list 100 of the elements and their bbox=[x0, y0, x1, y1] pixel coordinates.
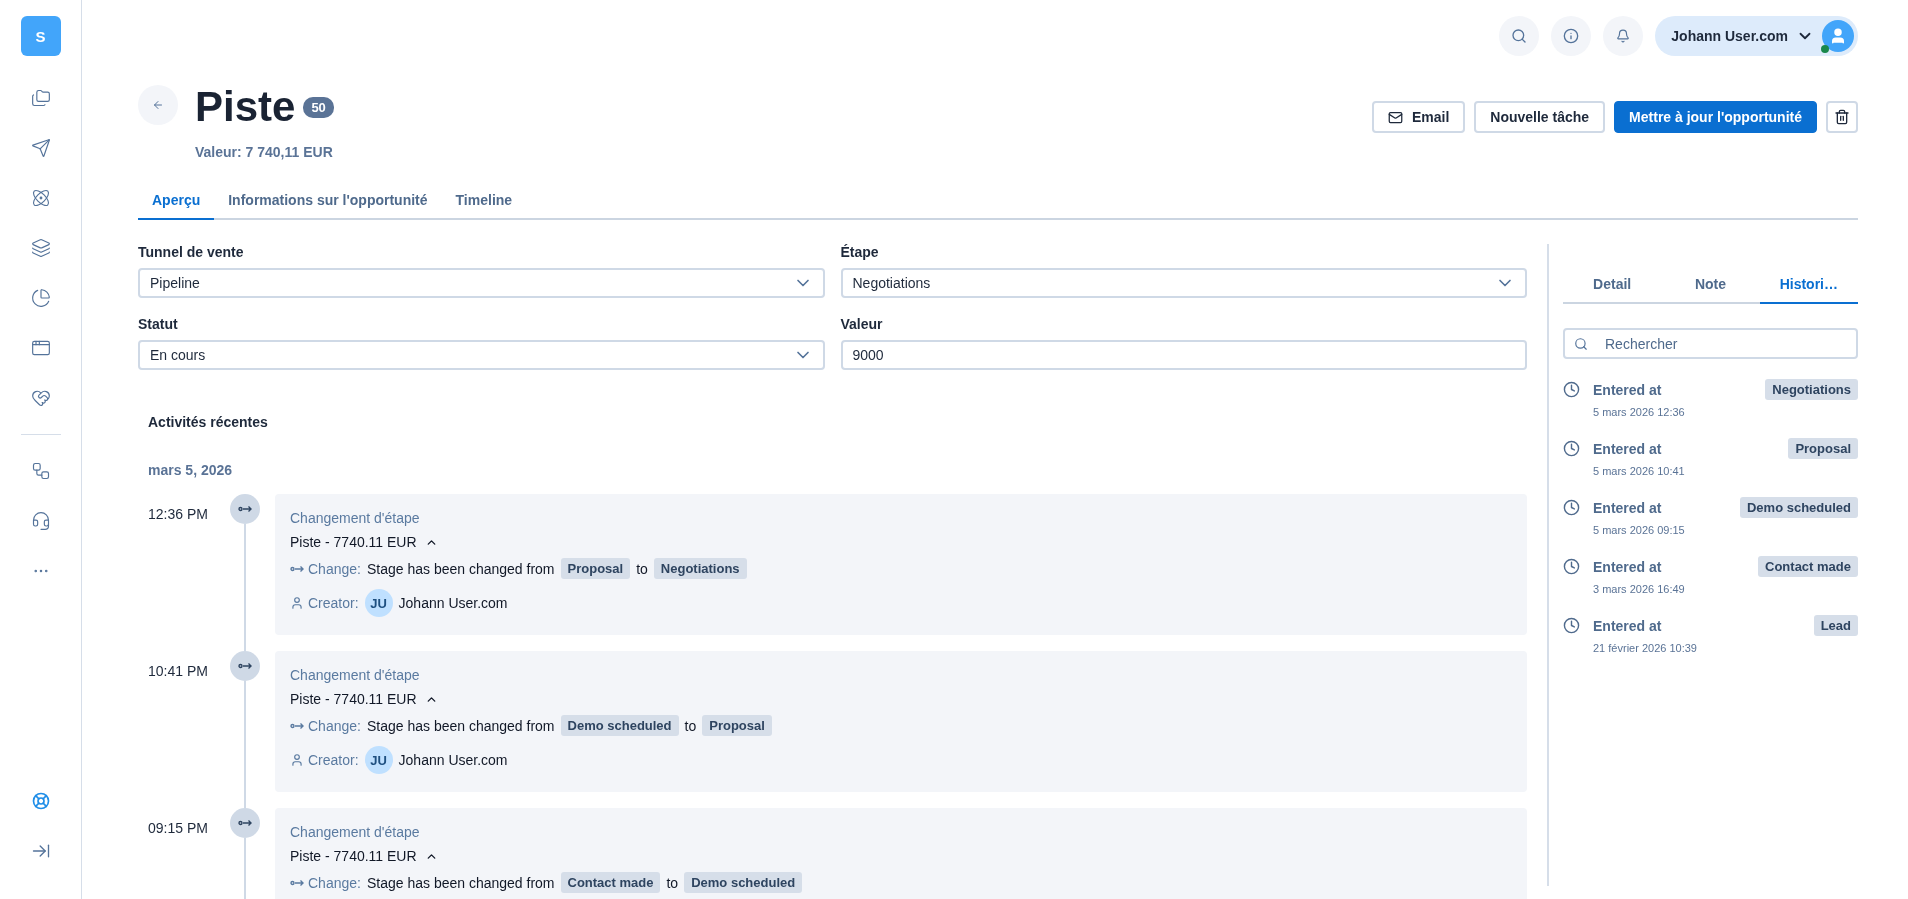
person-icon bbox=[290, 753, 304, 767]
clock-icon bbox=[1563, 558, 1580, 575]
connector-text: to bbox=[684, 717, 697, 734]
clock-icon bbox=[1563, 381, 1580, 398]
field-label: Tunnel de vente bbox=[138, 244, 245, 260]
clock-icon bbox=[1563, 499, 1580, 516]
search-button[interactable] bbox=[1499, 16, 1540, 56]
stage-tag: Proposal bbox=[702, 715, 772, 736]
creator-label: Creator: bbox=[308, 595, 359, 611]
change-text: Stage has been changed from bbox=[366, 874, 555, 891]
activity-time: 10:41 PM bbox=[147, 662, 209, 681]
stage-tag: Contact made bbox=[560, 872, 661, 893]
nodes-icon[interactable] bbox=[30, 461, 51, 481]
update-button[interactable]: Mettre à jour l'opportunité bbox=[1614, 101, 1817, 133]
info-icon bbox=[1563, 28, 1580, 44]
activity-title: Piste - 7740.11 EUR bbox=[290, 691, 417, 707]
connector-text: to bbox=[666, 874, 679, 891]
stage-tag: Demo scheduled bbox=[560, 715, 679, 736]
history-date: 21 février 2026 10:39 bbox=[1593, 642, 1698, 654]
page-title: Piste bbox=[195, 86, 296, 128]
tab[interactable]: Timeline bbox=[441, 182, 527, 220]
history-date: 5 mars 2026 12:36 bbox=[1593, 406, 1686, 418]
stage-tag: Contact made bbox=[1758, 556, 1858, 577]
window-icon[interactable] bbox=[30, 338, 51, 358]
stage-tag: Demo scheduled bbox=[1739, 497, 1858, 518]
stage-tag: Negotiations bbox=[1765, 379, 1858, 400]
history-label: Entered at bbox=[1593, 617, 1663, 634]
activity-title: Piste - 7740.11 EUR bbox=[290, 848, 417, 864]
stage-tag: Proposal bbox=[1788, 438, 1858, 459]
change-label: Change: bbox=[308, 874, 361, 891]
input-field[interactable]: 9000 bbox=[840, 340, 1527, 370]
creator-name: Johann User.com bbox=[398, 752, 508, 768]
panel-tab[interactable]: Detail bbox=[1563, 266, 1662, 304]
history-label: Entered at bbox=[1593, 499, 1663, 516]
layers-icon[interactable] bbox=[30, 238, 51, 258]
change-text: Stage has been changed from bbox=[366, 560, 555, 577]
change-icon bbox=[290, 564, 304, 573]
select-field[interactable]: Negotiations bbox=[840, 268, 1527, 298]
search-icon bbox=[1574, 337, 1588, 351]
connector-text: to bbox=[636, 560, 648, 577]
stage-tag: Negotiations bbox=[653, 558, 747, 579]
clock-icon bbox=[1563, 617, 1580, 634]
change-icon bbox=[290, 878, 304, 887]
person-icon bbox=[290, 596, 304, 610]
section-title: Activités récentes bbox=[148, 414, 269, 430]
change-label: Change: bbox=[308, 717, 361, 734]
tab[interactable]: Aperçu bbox=[138, 182, 215, 220]
folders-icon[interactable] bbox=[30, 88, 51, 108]
search-field[interactable]: Rechercher bbox=[1563, 328, 1858, 359]
initials-avatar: JU bbox=[364, 589, 393, 617]
field-label: Valeur bbox=[840, 316, 884, 332]
activity-title: Piste - 7740.11 EUR bbox=[290, 534, 417, 550]
date-heading: mars 5, 2026 bbox=[148, 462, 234, 478]
history-label: Entered at bbox=[1593, 440, 1663, 457]
change-text: Stage has been changed from bbox=[366, 717, 555, 734]
delete-button[interactable] bbox=[1826, 101, 1858, 133]
activity-type: Changement d'étape bbox=[290, 824, 421, 840]
history-date: 3 mars 2026 16:49 bbox=[1593, 583, 1686, 595]
bell-icon bbox=[1616, 29, 1631, 43]
history-label: Entered at bbox=[1593, 381, 1663, 398]
action-button[interactable]: Nouvelle tâche bbox=[1474, 101, 1606, 133]
clock-icon bbox=[1563, 440, 1580, 457]
creator-label: Creator: bbox=[308, 752, 359, 768]
stage-tag: Demo scheduled bbox=[684, 872, 803, 893]
headset-icon[interactable] bbox=[30, 511, 51, 531]
person-icon bbox=[1829, 27, 1847, 45]
history-label: Entered at bbox=[1593, 558, 1663, 575]
user-menu[interactable]: Johann User.com bbox=[1655, 16, 1858, 56]
notifications-button[interactable] bbox=[1603, 16, 1644, 56]
panel-tab[interactable]: Histori… bbox=[1759, 266, 1858, 304]
panel-tab[interactable]: Note bbox=[1661, 266, 1760, 304]
change-label: Change: bbox=[308, 560, 361, 577]
activity-time: 09:15 PM bbox=[147, 819, 209, 838]
initials-avatar: JU bbox=[364, 746, 393, 774]
creator-name: Johann User.com bbox=[398, 595, 508, 611]
activity-type: Changement d'étape bbox=[290, 667, 421, 683]
stage-tag: Lead bbox=[1813, 615, 1858, 636]
atom-icon[interactable] bbox=[30, 188, 51, 208]
deal-value: Valeur: 7 740,11 EUR bbox=[195, 144, 334, 160]
info-button[interactable] bbox=[1551, 16, 1592, 56]
search-icon bbox=[1511, 28, 1528, 44]
activity-type: Changement d'étape bbox=[290, 510, 421, 526]
stage-tag: Proposal bbox=[560, 558, 631, 579]
activity-time: 12:36 PM bbox=[147, 505, 209, 524]
field-label: Étape bbox=[840, 244, 880, 260]
select-field[interactable]: En cours bbox=[138, 340, 825, 370]
trash-icon bbox=[1834, 109, 1850, 125]
history-date: 5 mars 2026 10:41 bbox=[1593, 465, 1686, 477]
lifebuoy-icon[interactable] bbox=[31, 792, 50, 810]
tab[interactable]: Informations sur l'opportunité bbox=[214, 182, 442, 220]
history-date: 5 mars 2026 09:15 bbox=[1593, 524, 1686, 536]
change-icon bbox=[238, 819, 252, 827]
select-field[interactable]: Pipeline bbox=[138, 268, 825, 298]
change-icon bbox=[238, 505, 252, 513]
action-button[interactable]: Email bbox=[1371, 101, 1466, 133]
paper-plane-icon[interactable] bbox=[30, 138, 51, 158]
mail-icon bbox=[1387, 109, 1403, 125]
arrow-left-icon bbox=[152, 99, 164, 111]
change-icon bbox=[238, 662, 252, 670]
pie-chart-icon[interactable] bbox=[30, 288, 51, 308]
